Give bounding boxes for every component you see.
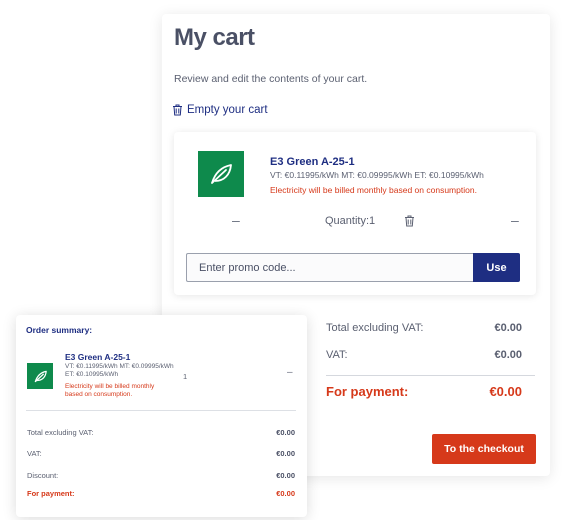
- decrease-quantity-button[interactable]: –: [232, 212, 240, 228]
- summary-remove-button[interactable]: –: [287, 367, 293, 378]
- page-title: My cart: [174, 24, 255, 51]
- promo-code-form: Use: [186, 253, 520, 282]
- quantity-row: – Quantity:1 –: [174, 212, 536, 231]
- summary-billing-note: Electricity will be billed monthly based…: [65, 383, 155, 398]
- total-excl-vat-label: Total excluding VAT:: [326, 322, 424, 334]
- product-name: E3 Green A-25-1: [270, 156, 355, 168]
- remove-item-button[interactable]: –: [511, 212, 519, 228]
- totals-divider: [326, 375, 535, 376]
- payment-row: For payment: €0.00: [326, 384, 522, 399]
- summary-vat-row: VAT: €0.00: [27, 449, 295, 458]
- quantity-label: Quantity:1: [325, 215, 376, 227]
- summary-vat-label: VAT:: [27, 449, 42, 458]
- promo-code-input[interactable]: [186, 253, 473, 282]
- trash-icon[interactable]: [404, 215, 415, 227]
- payment-label: For payment:: [326, 384, 409, 399]
- vat-row: VAT: €0.00: [326, 349, 522, 361]
- summary-excl-vat-label: Total excluding VAT:: [27, 428, 94, 437]
- order-summary-title: Order summary:: [26, 325, 93, 335]
- use-promo-button[interactable]: Use: [473, 253, 520, 282]
- vat-label: VAT:: [326, 349, 348, 361]
- checkout-button[interactable]: To the checkout: [432, 434, 536, 464]
- summary-discount-value: €0.00: [276, 471, 295, 480]
- product-card: E3 Green A-25-1 VT: €0.11995/kWh MT: €0.…: [174, 132, 536, 295]
- summary-excl-vat-row: Total excluding VAT: €0.00: [27, 428, 295, 437]
- summary-product-prices: VT: €0.11995/kWh MT: €0.09995/kWh ET: €0…: [65, 363, 174, 378]
- vat-value: €0.00: [494, 349, 522, 361]
- trash-icon: [173, 104, 182, 116]
- page-subtitle: Review and edit the contents of your car…: [174, 73, 368, 85]
- product-prices: VT: €0.11995/kWh MT: €0.09995/kWh ET: €0…: [270, 170, 484, 180]
- order-summary-card: Order summary: E3 Green A-25-1 VT: €0.11…: [16, 315, 307, 517]
- summary-discount-label: Discount:: [27, 471, 59, 480]
- leaf-icon: [198, 151, 244, 197]
- leaf-icon: [27, 363, 53, 389]
- summary-product-name: E3 Green A-25-1: [65, 352, 131, 362]
- product-billing-note: Electricity will be billed monthly based…: [270, 185, 477, 195]
- total-excl-vat-value: €0.00: [494, 322, 522, 334]
- payment-value: €0.00: [489, 384, 522, 399]
- total-excl-vat-row: Total excluding VAT: €0.00: [326, 322, 522, 334]
- summary-excl-vat-value: €0.00: [276, 428, 295, 437]
- summary-divider: [26, 410, 296, 411]
- summary-quantity: 1: [183, 372, 188, 381]
- summary-vat-value: €0.00: [276, 449, 295, 458]
- empty-cart-link[interactable]: Empty your cart: [172, 104, 268, 116]
- summary-discount-row: Discount: €0.00: [27, 471, 295, 480]
- summary-payment-row: For payment: €0.00: [27, 489, 295, 498]
- empty-cart-label: Empty your cart: [187, 104, 268, 116]
- summary-payment-label: For payment:: [27, 489, 75, 498]
- summary-payment-value: €0.00: [276, 489, 295, 498]
